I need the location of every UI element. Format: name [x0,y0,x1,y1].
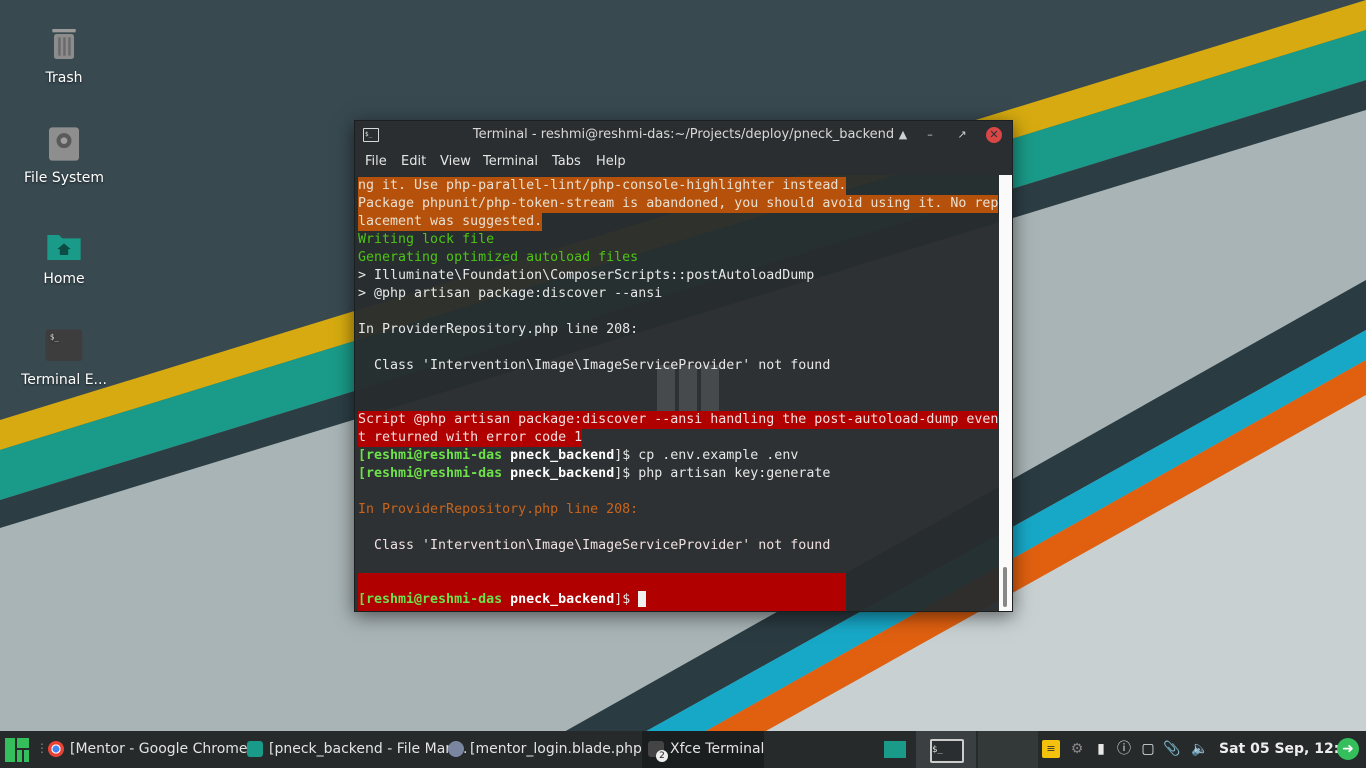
notes-icon[interactable]: ≡ [1042,740,1060,758]
clip-icon[interactable]: 📎 [1163,740,1181,758]
output-line: Package phpunit/php-token-stream is aban… [358,195,999,213]
output-line: Writing lock file [358,232,495,247]
output-line: > @php artisan package:discover --ansi [358,286,663,301]
editor-icon [448,741,464,757]
desktop-icon-trash[interactable]: Trash [9,24,119,86]
chat-icon[interactable]: ▢ [1139,740,1157,758]
task-label: [pneck_backend - File Man... [269,741,468,757]
workspace-2[interactable]: $_ [916,731,976,768]
scrollbar-thumb[interactable] [1003,567,1007,607]
close-button[interactable]: ✕ [986,127,1002,143]
error-line: Class 'Intervention\Image\ImageServicePr… [358,538,831,553]
prompt-user: [reshmi@reshmi-das [358,466,503,481]
manjaro-menu-icon[interactable] [5,738,29,762]
prompt-command: ]$ [614,592,639,607]
task-label: [mentor_login.blade.php -... [470,741,665,757]
prompt-dir: pneck_backend [510,592,615,607]
window-titlebar[interactable]: $_ Terminal - reshmi@reshmi-das:~/Projec… [355,121,1012,149]
menu-bar: File Edit View Terminal Tabs Help [355,149,1012,175]
cursor [638,591,647,607]
error-line: t returned with error code 1 [358,429,583,447]
prompt-line: [reshmi@reshmi-das pneck_backend]$ cp .e… [358,447,798,465]
maximize-button[interactable]: ↗ [954,127,970,143]
task-editor[interactable]: [mentor_login.blade.php -... [448,731,665,768]
home-folder-icon [47,235,81,260]
terminal-window[interactable]: $_ Terminal - reshmi@reshmi-das:~/Projec… [354,120,1013,612]
chrome-icon [48,741,64,757]
taskbar: ⋮ [Mentor - Google Chrome] [pneck_backen… [0,731,1366,768]
error-line: Script @php artisan package:discover --a… [358,411,999,429]
menu-edit[interactable]: Edit [401,154,426,169]
output-line: > Illuminate\Foundation\ComposerScripts:… [358,268,815,283]
window-title: Terminal - reshmi@reshmi-das:~/Projects/… [472,127,895,142]
terminal-output[interactable]: ng it. Use php-parallel-lint/php-console… [355,175,999,611]
drive-icon [49,127,79,161]
update-icon[interactable]: ⓘ [1115,740,1133,758]
prompt-dir: pneck_backend [510,466,615,481]
separator-handle-icon: ⋮ [36,741,48,755]
output-line: In ProviderRepository.php line 208: [358,502,639,517]
menu-file[interactable]: File [365,154,387,169]
minimize-button[interactable]: – [922,127,938,143]
prompt-command: ]$ php artisan key:generate [614,466,831,481]
desktop-icon-label: File System [23,170,105,186]
workspace-3[interactable] [978,731,1038,768]
output-line: Class 'Intervention\Image\ImageServicePr… [358,358,831,373]
prompt-line: [reshmi@reshmi-das pneck_backend]$ php a… [358,465,830,483]
output-line: ng it. Use php-parallel-lint/php-console… [358,177,847,195]
output-line: Generating optimized autoload files [358,250,639,265]
desktop-icon-label: Trash [45,70,83,86]
menu-help[interactable]: Help [596,154,626,169]
volume-icon[interactable]: 🔈 [1191,740,1209,758]
task-label: Xfce Terminal [670,741,765,757]
svg-text:$_: $_ [50,332,60,341]
folder-icon [247,741,263,757]
battery-icon[interactable]: ▮ [1092,740,1110,758]
network-off-icon[interactable]: ⚙ [1068,740,1086,758]
task-chrome[interactable]: [Mentor - Google Chrome] [48,731,253,768]
task-terminal[interactable]: 2 Xfce Terminal [642,731,764,768]
terminal-icon: $_ [45,329,83,361]
prompt-line: [reshmi@reshmi-das pneck_backend]$ [358,591,647,609]
menu-view[interactable]: View [440,154,471,169]
prompt-user: [reshmi@reshmi-das [358,448,503,463]
output-line: In ProviderRepository.php line 208: [358,322,639,337]
shade-button[interactable]: ▲ [895,127,911,143]
trash-icon [52,29,76,59]
task-label: [Mentor - Google Chrome] [70,741,253,757]
terminal-icon: $_ [930,739,964,763]
prompt-command: ]$ cp .env.example .env [614,448,799,463]
menu-tabs[interactable]: Tabs [552,154,581,169]
task-badge: 2 [656,750,668,762]
task-file-manager[interactable]: [pneck_backend - File Man... [247,731,468,768]
desktop-icon-terminal[interactable]: $_ Terminal E... [9,326,119,388]
folder-icon [884,741,906,758]
desktop-icon-home[interactable]: Home [9,225,119,287]
prompt-dir: pneck_backend [510,448,615,463]
output-line: lacement was suggested. [358,213,543,231]
desktop-icon-label: Terminal E... [21,372,107,388]
workspace-1[interactable] [874,731,914,768]
logout-icon[interactable]: ➜ [1337,738,1359,760]
terminal-scrollbar[interactable] [999,175,1012,611]
desktop-icon-label: Home [43,271,85,287]
desktop-icon-file-system[interactable]: File System [9,124,119,186]
menu-terminal[interactable]: Terminal [483,154,538,169]
prompt-user: [reshmi@reshmi-das [358,592,503,607]
